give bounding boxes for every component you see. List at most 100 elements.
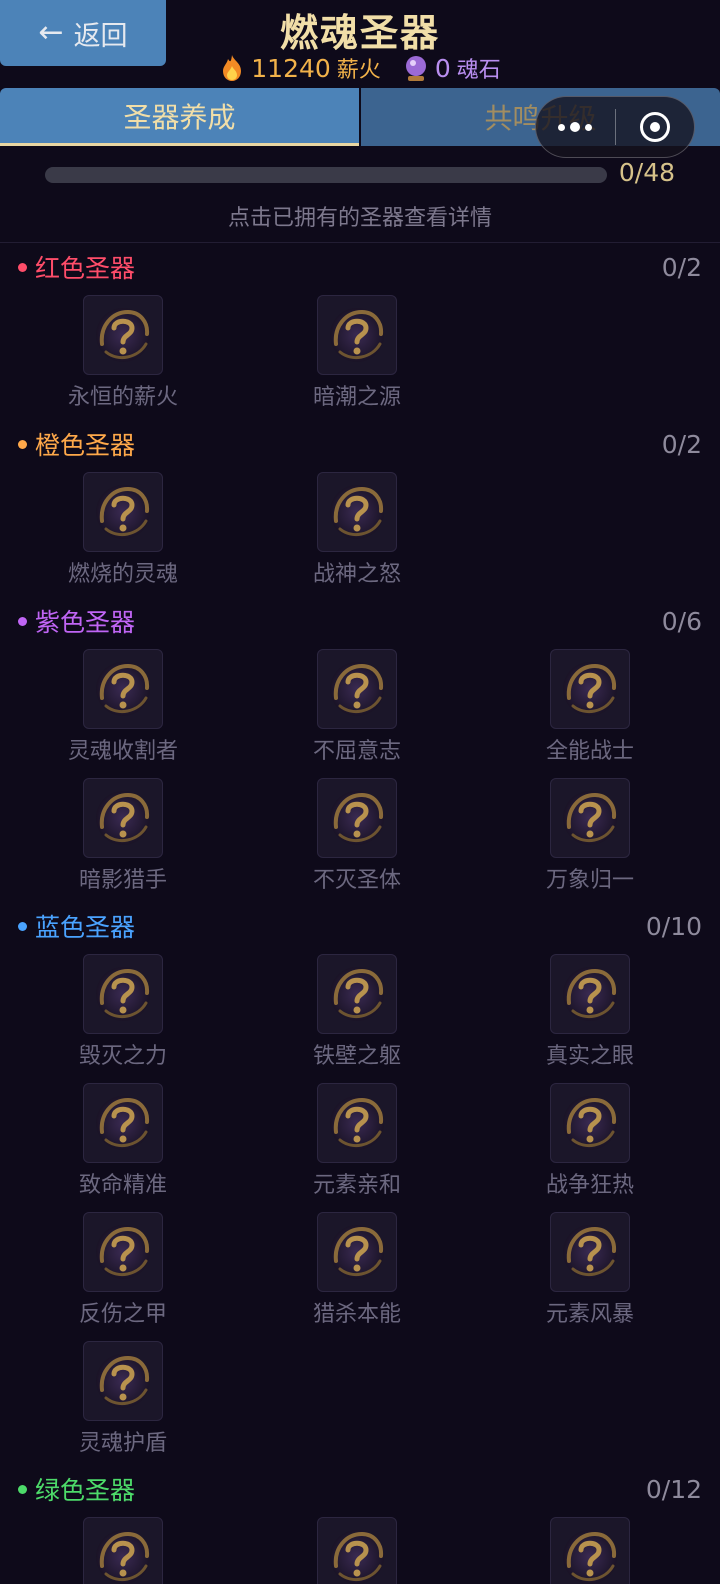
- section-count: 0/6: [661, 606, 702, 636]
- locked-question-icon: [330, 1225, 384, 1279]
- locked-question-icon: [96, 1354, 150, 1408]
- section-title: 紫色圣器: [18, 603, 135, 639]
- target-icon: [639, 112, 670, 142]
- artifact-item[interactable]: 致命精准: [28, 1083, 218, 1203]
- page-title: 燃魂圣器: [279, 11, 440, 55]
- rarity-dot-icon: [18, 616, 27, 626]
- section-title-text: 紫色圣器: [35, 608, 136, 637]
- artifact-slot: [83, 295, 163, 375]
- artifact-slot: [83, 1212, 163, 1292]
- artifact-name: 燃烧的灵魂: [67, 562, 178, 587]
- artifact-slot: [317, 649, 397, 729]
- artifact-name: 永恒的薪火: [67, 385, 178, 410]
- artifact-item[interactable]: 永恒的薪火: [28, 295, 218, 415]
- artifact-name: 全能战士: [545, 739, 634, 764]
- artifact-item[interactable]: 灵魂收割者: [28, 649, 218, 769]
- section-count: 0/2: [661, 252, 702, 282]
- section-title-text: 蓝色圣器: [35, 913, 136, 942]
- locked-question-icon: [96, 1530, 150, 1584]
- artifact-slot: [83, 778, 163, 858]
- locked-question-icon: [96, 791, 150, 845]
- fire-value: 11240: [251, 53, 331, 83]
- artifact-item[interactable]: 不屈意志: [262, 649, 452, 769]
- artifact-item[interactable]: 战争狂热: [495, 1083, 685, 1203]
- artifact-slot: [317, 472, 397, 552]
- section-header: 紫色圣器 0/6: [18, 604, 702, 638]
- artifact-slot: [83, 1341, 163, 1421]
- locked-question-icon: [563, 1096, 617, 1150]
- artifact-name: 铁壁之躯: [312, 1044, 401, 1069]
- artifact-name: 真实之眼: [545, 1044, 634, 1069]
- crystal-ball-icon: [405, 56, 426, 81]
- more-button[interactable]: [536, 97, 615, 157]
- artifact-item[interactable]: 万象归一: [495, 778, 685, 898]
- artifact-item[interactable]: 猎杀本能: [262, 1212, 452, 1332]
- section-title: 蓝色圣器: [18, 908, 135, 944]
- artifact-item[interactable]: [28, 1517, 218, 1584]
- artifact-name: 致命精准: [78, 1173, 167, 1198]
- locked-question-icon: [563, 662, 617, 716]
- currency-bar: 11240 薪火 0 魂石: [0, 52, 720, 84]
- artifact-slot: [83, 649, 163, 729]
- rarity-dot-icon: [18, 262, 27, 272]
- section-title: 橙色圣器: [18, 426, 135, 462]
- rarity-dot-icon: [18, 921, 27, 931]
- artifact-name: 暗潮之源: [312, 385, 401, 410]
- artifact-slot: [317, 778, 397, 858]
- locked-question-icon: [330, 662, 384, 716]
- locked-question-icon: [330, 308, 384, 362]
- artifact-item[interactable]: 反伤之甲: [28, 1212, 218, 1332]
- artifact-slot: [550, 778, 630, 858]
- miniprogram-capsule: [535, 96, 695, 158]
- soul-unit: 魂石: [456, 58, 501, 83]
- artifact-item[interactable]: 铁壁之躯: [262, 954, 452, 1074]
- section-count: 0/2: [661, 429, 702, 459]
- artifact-slot: [317, 954, 397, 1034]
- artifact-item[interactable]: 元素风暴: [495, 1212, 685, 1332]
- artifact-item[interactable]: 真实之眼: [495, 954, 685, 1074]
- artifact-name: 毁灭之力: [78, 1044, 167, 1069]
- collection-progress-bar: [45, 167, 607, 183]
- artifact-item[interactable]: 全能战士: [495, 649, 685, 769]
- artifact-item[interactable]: 战神之怒: [262, 472, 452, 592]
- artifact-item[interactable]: 燃烧的灵魂: [28, 472, 218, 592]
- artifact-item[interactable]: [262, 1517, 452, 1584]
- artifact-name: 战神之怒: [312, 562, 401, 587]
- section-title-text: 红色圣器: [35, 254, 136, 283]
- artifact-name: 反伤之甲: [78, 1302, 167, 1327]
- artifact-item[interactable]: 暗影猎手: [28, 778, 218, 898]
- rarity-dot-icon: [18, 439, 27, 449]
- artifact-item[interactable]: 元素亲和: [262, 1083, 452, 1203]
- flame-icon: [223, 55, 242, 81]
- artifact-slot: [550, 649, 630, 729]
- artifact-item[interactable]: [495, 1517, 685, 1584]
- artifact-item[interactable]: 暗潮之源: [262, 295, 452, 415]
- close-miniprogram-button[interactable]: [616, 97, 695, 157]
- soul-value: 0: [434, 53, 451, 83]
- locked-question-icon: [330, 1530, 384, 1584]
- artifact-name: 暗影猎手: [78, 868, 167, 893]
- artifact-slot: [550, 1517, 630, 1584]
- locked-question-icon: [330, 485, 384, 539]
- section-count: 0/12: [645, 1474, 702, 1504]
- tab-cultivate[interactable]: 圣器养成: [0, 88, 359, 146]
- locked-question-icon: [330, 1096, 384, 1150]
- locked-question-icon: [96, 485, 150, 539]
- artifact-name: 不灭圣体: [312, 868, 401, 893]
- artifact-slot: [317, 1083, 397, 1163]
- artifact-item[interactable]: 毁灭之力: [28, 954, 218, 1074]
- section-header: 红色圣器 0/2: [18, 250, 702, 284]
- fire-currency: 11240 薪火: [219, 52, 381, 84]
- locked-question-icon: [563, 791, 617, 845]
- artifact-slot: [83, 1517, 163, 1584]
- section-title: 红色圣器: [18, 249, 135, 285]
- progress-text: 0/48: [618, 158, 675, 187]
- locked-question-icon: [96, 308, 150, 362]
- locked-question-icon: [96, 1096, 150, 1150]
- artifact-name: 灵魂收割者: [67, 739, 178, 764]
- artifact-item[interactable]: 灵魂护盾: [28, 1341, 218, 1461]
- artifact-item[interactable]: 不灭圣体: [262, 778, 452, 898]
- locked-question-icon: [330, 967, 384, 1021]
- section-count: 0/10: [645, 911, 702, 941]
- section-header: 蓝色圣器 0/10: [18, 909, 702, 943]
